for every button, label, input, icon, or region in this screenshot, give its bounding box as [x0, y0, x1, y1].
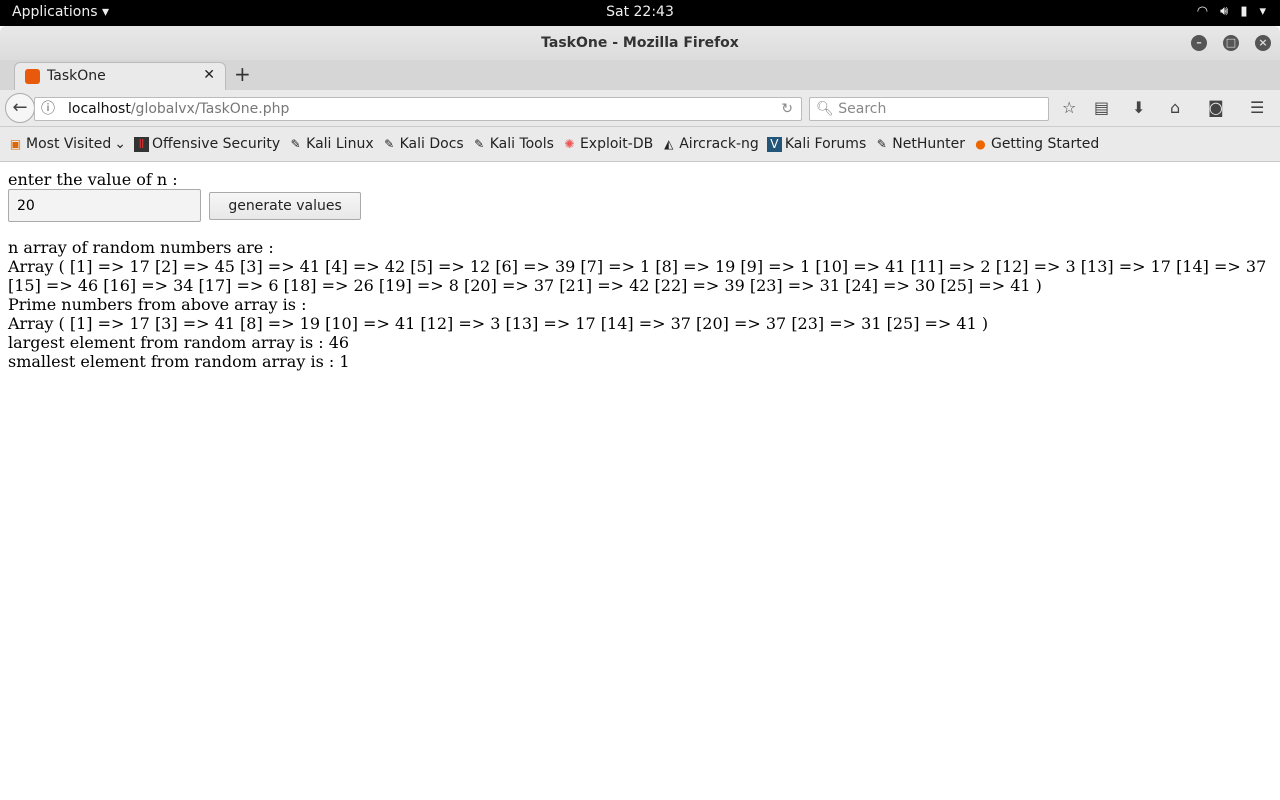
bookmark-nethunter[interactable]: ✎ NetHunter — [874, 136, 965, 152]
bookmark-label: Kali Docs — [399, 136, 464, 152]
bookmark-label: Kali Linux — [306, 136, 374, 152]
applications-menu[interactable]: Applications ▾ — [12, 4, 109, 20]
chevron-down-icon: ▾ — [1259, 4, 1266, 19]
kali-icon: ✎ — [876, 136, 887, 151]
bookmark-label: Most Visited — [26, 136, 112, 152]
minimize-button[interactable]: – — [1191, 35, 1207, 51]
generate-values-button[interactable]: generate values — [209, 191, 362, 220]
battery-icon: ▮ — [1240, 4, 1248, 19]
offsec-icon: Ⅱ — [133, 136, 149, 152]
back-button[interactable]: ← — [5, 93, 35, 123]
firefox-icon: ● — [975, 136, 986, 151]
bookmark-label: NetHunter — [892, 136, 965, 152]
n-input[interactable] — [8, 189, 201, 222]
n-prompt-label: enter the value of n : — [8, 170, 178, 189]
bookmark-offensive-security[interactable]: Ⅱ Offensive Security — [133, 136, 281, 152]
exploitdb-icon: ✺ — [564, 136, 575, 151]
bookmarks-toolbar: ▣ Most Visited ⌄ Ⅱ Offensive Security ✎ Kali… — [0, 127, 1280, 162]
system-top-bar: Applications ▾ Sat 22:43 ◠ 🔊︎ ▮ ▾ — [0, 0, 1280, 26]
bookmark-label: Aircrack-ng — [679, 136, 759, 152]
random-array-output: Array ( [1] => 17 [2] => 45 [3] => 41 [4… — [8, 257, 1267, 295]
kali-icon: ✎ — [474, 136, 485, 151]
search-input[interactable]: 🔍︎ Search — [809, 97, 1049, 121]
close-button[interactable]: × — [1255, 35, 1271, 51]
info-icon[interactable]: ⓘ — [41, 98, 55, 120]
close-tab-icon[interactable]: ✕ — [203, 67, 215, 83]
bookmark-aircrack-ng[interactable]: ◭ Aircrack-ng — [661, 136, 759, 152]
navigation-toolbar: ← ⓘ localhost/globalvx/TaskOne.php ↻ 🔍︎ … — [0, 90, 1280, 127]
tab-taskone[interactable]: TaskOne ✕ — [14, 62, 226, 90]
bookmark-kali-linux[interactable]: ✎ Kali Linux — [288, 136, 374, 152]
bookmark-getting-started[interactable]: ● Getting Started — [973, 136, 1099, 152]
volume-icon: 🔊︎ — [1220, 4, 1229, 19]
bookmark-label: Offensive Security — [151, 136, 281, 152]
window-title: TaskOne - Mozilla Firefox — [541, 35, 739, 51]
download-icon[interactable]: ⬇ — [1132, 98, 1145, 117]
maximize-button[interactable]: □ — [1223, 35, 1239, 51]
tab-bar: TaskOne ✕ + — [0, 60, 1280, 90]
smallest-element-text: smallest element from random array is : … — [8, 352, 350, 371]
wifi-icon: ◠ — [1196, 4, 1209, 19]
system-tray[interactable]: ◠ 🔊︎ ▮ ▾ — [1197, 4, 1266, 19]
applications-label: Applications — [12, 4, 98, 20]
bookmark-kali-tools[interactable]: ✎ Kali Tools — [472, 136, 554, 152]
clock[interactable]: Sat 22:43 — [0, 4, 1280, 20]
reading-list-icon[interactable]: ▤ — [1094, 98, 1109, 117]
bookmark-most-visited[interactable]: ▣ Most Visited ⌄ — [8, 136, 126, 152]
reload-icon[interactable]: ↻ — [781, 98, 793, 120]
bookmark-kali-forums[interactable]: V Kali Forums — [766, 136, 867, 152]
bookmark-star-icon[interactable]: ☆ — [1062, 98, 1076, 117]
url-host: localhost — [68, 101, 131, 117]
prime-array-output: Array ( [1] => 17 [3] => 41 [8] => 19 [1… — [8, 314, 989, 333]
kali-icon: ✎ — [384, 136, 395, 151]
home-icon[interactable]: ⌂ — [1170, 98, 1180, 117]
tab-label: TaskOne — [47, 68, 106, 84]
menu-icon[interactable]: ☰ — [1250, 98, 1264, 117]
pocket-icon[interactable]: ◙ — [1208, 98, 1224, 117]
search-placeholder: Search — [838, 101, 887, 117]
url-path: /globalvx/TaskOne.php — [130, 101, 290, 117]
prime-array-heading: Prime numbers from above array is : — [8, 295, 307, 314]
bookmark-exploit-db[interactable]: ✺ Exploit-DB — [562, 136, 653, 152]
url-bar[interactable]: ⓘ localhost/globalvx/TaskOne.php ↻ — [34, 97, 802, 121]
bookmark-label: Exploit-DB — [579, 136, 654, 152]
new-tab-button[interactable]: + — [234, 62, 251, 86]
forums-icon: V — [766, 136, 782, 152]
bookmark-label: Kali Tools — [489, 136, 554, 152]
random-array-heading: n array of random numbers are : — [8, 238, 274, 257]
window-title-bar: TaskOne - Mozilla Firefox – □ × — [0, 26, 1280, 60]
bookmark-kali-docs[interactable]: ✎ Kali Docs — [382, 136, 464, 152]
folder-icon: ▣ — [9, 136, 22, 151]
aircrack-icon: ◭ — [664, 136, 674, 151]
bookmark-label: Getting Started — [990, 136, 1100, 152]
page-content: enter the value of n : generate values n… — [0, 162, 1280, 379]
largest-element-text: largest element from random array is : 4… — [8, 333, 350, 352]
bookmark-label: Kali Forums — [784, 136, 867, 152]
kali-icon: ✎ — [290, 136, 301, 151]
xampp-favicon-icon — [25, 69, 40, 84]
